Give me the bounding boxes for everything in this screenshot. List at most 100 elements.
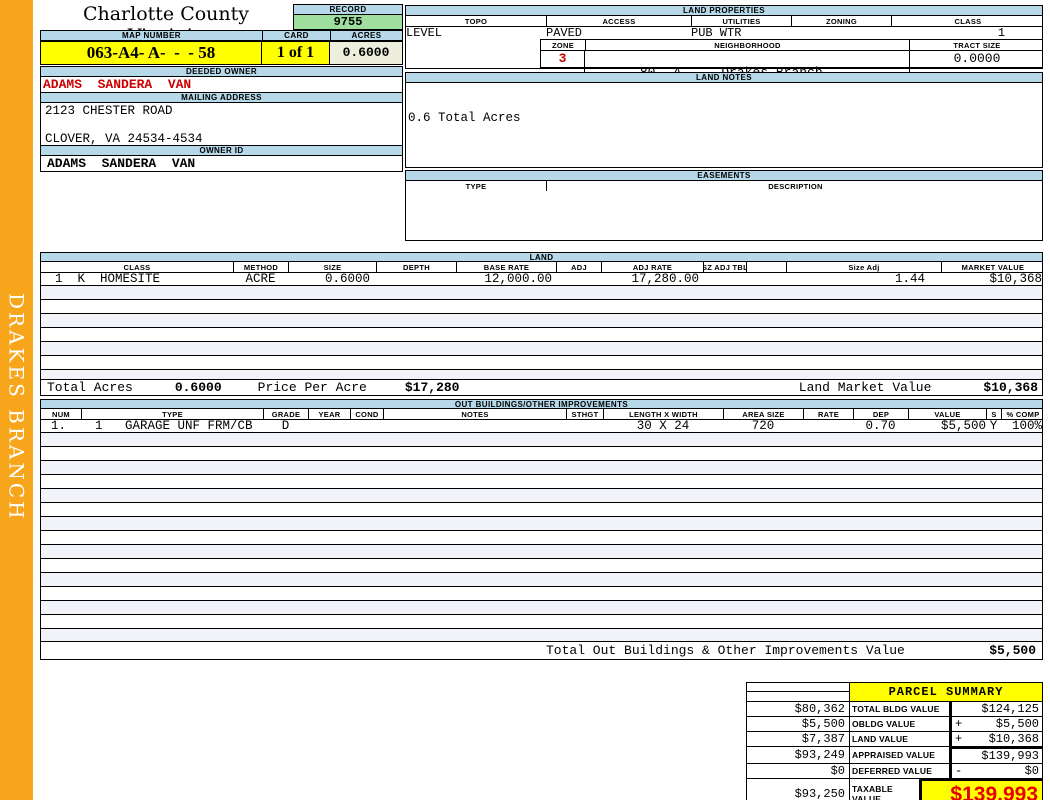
land-market-value-total: $10,368 [983,380,1038,395]
class-label: CLASS [891,16,1044,26]
ob-h-pct-comp: % COMP [1001,409,1044,419]
ps-value-deferred: - $0 [950,764,1043,779]
ob-h-area-size: AREA SIZE [723,409,803,419]
ps-left-total-bldg: $80,362 [746,702,850,717]
land-market-value-label: Land Market Value [798,380,932,395]
ps-left-taxable: $93,250 [746,779,850,800]
access-label: ACCESS [546,16,691,26]
land-h-class: CLASS [123,262,151,272]
land-row-size-adj: 1.44 [894,272,925,286]
ps-taxable-value: $139,993 [920,779,1043,800]
topo-value: LEVEL [406,26,443,40]
record-label: RECORD [293,4,403,15]
neighborhood-label: NEIGHBORHOOD [585,40,909,50]
ps-label-total-bldg: TOTAL BLDG VALUE [850,702,950,717]
ob-h-dep: DEP [853,409,908,419]
out-buildings-empty-rows [40,433,1043,641]
ob-h-notes: NOTES [383,409,566,419]
ps-val-appraised: $139,993 [981,749,1039,763]
ps-label-taxable-line2: VALUE [852,793,882,800]
mailing-address-block: 2123 CHESTER ROAD CLOVER, VA 24534-4534 [40,103,403,146]
zone-label: ZONE [551,40,575,50]
land-row-class: 1 K HOMESITE [55,272,161,286]
land-table-empty-rows [40,286,1043,379]
ob-row-grade: D [281,419,290,433]
land-row-adj-rate: 17,280.00 [631,272,699,286]
deeded-owner-label: DEEDED OWNER [40,66,403,77]
ps-header-left-empty [746,682,850,702]
ob-row-num: 1. [51,419,67,433]
ps-value-land: + $10,368 [950,732,1043,747]
zone-values: 3 80ADrakes Branch 0.0000 [540,50,1043,95]
parcel-summary-header: PARCEL SUMMARY [746,682,1043,702]
ob-h-s: S [986,409,1001,419]
ps-val-obldg: $5,500 [995,717,1039,731]
out-buildings-title: OUT BUILDINGS/OTHER IMPROVEMENTS [40,399,1043,409]
ob-h-sthgt: STHGT [566,409,603,419]
land-table-row: 1 K HOMESITE ACRE 0.6000 12,000.00 17,28… [40,272,1043,286]
land-h-adj: ADJ [556,262,601,272]
ob-h-num: NUM [52,409,70,419]
ps-value-obldg: + $5,500 [950,717,1043,732]
land-h-sz-adj-tbl: SZ ADJ TBL [703,262,746,272]
acres-label: ACRES [330,30,403,41]
parcel-id-header-row: MAP NUMBER CARD ACRES [40,30,403,41]
land-h-market-value: MARKET VALUE [941,262,1044,272]
easement-description-label: DESCRIPTION [546,181,1044,191]
address-line2: CLOVER, VA 24534-4534 [45,132,203,146]
mailing-address-label: MAILING ADDRESS [40,92,403,103]
ps-label-taxable-line1: TAXABLE [852,783,893,794]
ps-val-total-bldg: $124,125 [981,702,1039,716]
zoning-label: ZONING [791,16,891,26]
ob-row-s: Y [989,419,998,433]
ps-row-appraised: $93,249 APPRAISED VALUE $139,993 [746,747,1043,764]
land-h-method: METHOD [233,262,288,272]
easements-box [405,191,1043,241]
total-acres-label: Total Acres [47,380,133,395]
ps-row-taxable: $93,250 TAXABLE VALUE $139,993 [746,779,1043,800]
owner-id-value: ADAMS SANDERA VAN [40,156,403,172]
land-h-size-adj: Size Adj [786,262,941,272]
price-per-acre-value: $17,280 [404,380,460,395]
land-notes-title: LAND NOTES [405,72,1043,83]
land-properties-title: LAND PROPERTIES [405,5,1043,16]
ps-label-appraised: APPRAISED VALUE [850,747,950,764]
land-totals-row: Total Acres 0.6000 Price Per Acre $17,28… [40,379,1043,396]
access-value: PAVED [546,26,583,40]
map-number-value: 063-A4- A- - - 58 [40,41,262,65]
ps-row-total-bldg: $80,362 TOTAL BLDG VALUE $124,125 [746,702,1043,717]
easements-title: EASEMENTS [405,170,1043,181]
zoning-value [851,26,959,40]
property-record-card: DRAKES BRANCH Charlotte County Virginia … [0,0,1050,800]
land-h-base-rate: BASE RATE [456,262,556,272]
land-row-base-rate: 12,000.00 [484,272,552,286]
utilities-value: PUB WTR [691,26,742,40]
ps-row-obldg: $5,500 OBLDG VALUE + $5,500 [746,717,1043,732]
record-value: 9755 [293,15,403,30]
out-buildings-row: 1. 1 GARAGE UNF FRM/CB D 30 X 24 720 0.7… [40,419,1043,433]
ps-label-deferred: DEFERRED VALUE [850,764,950,779]
ps-label-land: LAND VALUE [850,732,950,747]
ps-left-deferred: $0 [746,764,850,779]
ob-row-dep: 0.70 [865,419,896,433]
class-value: 1 [997,26,1006,40]
out-buildings-total-value: $5,500 [989,643,1036,658]
ps-op-land: + [955,732,963,746]
ps-val-land: $10,368 [988,732,1039,746]
card-value: 1 of 1 [262,41,330,65]
deeded-owner-value: ADAMS SANDERA VAN [40,77,403,92]
ps-op-obldg: + [955,717,963,731]
topo-label: TOPO [464,16,488,26]
land-row-size: 0.6000 [324,272,370,286]
ob-h-length-width: LENGTH X WIDTH [603,409,723,419]
out-buildings-total-row: Total Out Buildings & Other Improvements… [40,641,1043,660]
ps-val-deferred: $0 [1024,764,1039,778]
land-h-depth: DEPTH [376,262,456,272]
land-row-method: ACRE [245,272,276,286]
ps-op-deferred: - [955,764,963,778]
ob-h-grade: GRADE [263,409,308,419]
ps-row-land: $7,387 LAND VALUE + $10,368 [746,732,1043,747]
land-h-size: SIZE [288,262,376,272]
map-number-label: MAP NUMBER [40,30,262,41]
land-row-market-value: $10,368 [989,272,1042,286]
